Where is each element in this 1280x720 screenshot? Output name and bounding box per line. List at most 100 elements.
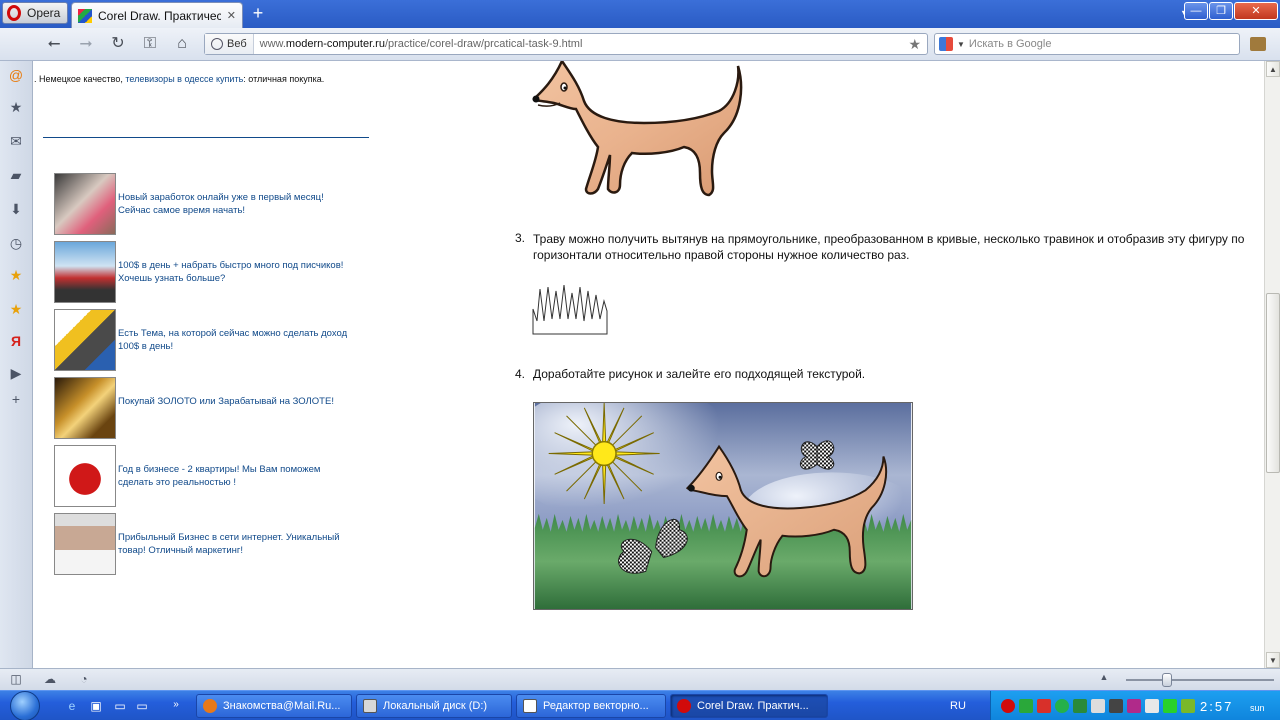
network-icon[interactable] [1019, 699, 1033, 713]
add-panel-icon[interactable]: + [8, 391, 24, 407]
update-icon[interactable] [1073, 699, 1087, 713]
bookmarks-star-icon[interactable]: ★ [8, 99, 24, 115]
url-path: /practice/corel-draw/prcatical-task-9.ht… [384, 38, 583, 50]
ad-thumbnail[interactable] [54, 377, 116, 439]
ad-item[interactable]: Новый заработок онлайн уже в первый меся… [54, 173, 364, 235]
window-controls: — ❐ ✕ [1184, 2, 1278, 20]
ad-link[interactable]: Год в бизнесе - 2 квартиры! Мы Вам помож… [118, 463, 354, 489]
taskbar-button-active[interactable]: Corel Draw. Практич... [670, 694, 828, 718]
ad-link[interactable]: Прибыльный Бизнес в сети интернет. Уника… [118, 531, 354, 557]
ad-item[interactable]: Покупай ЗОЛОТО или Зарабатывай на ЗОЛОТЕ… [54, 377, 364, 439]
document-icon [523, 699, 537, 713]
taskbar-button-label: Локальный диск (D:) [383, 700, 488, 712]
volume-icon[interactable] [1145, 699, 1159, 713]
taskbar-button[interactable]: Редактор векторно... [516, 694, 666, 718]
envelope-icon[interactable]: ✉ [8, 133, 24, 149]
panel-toggle-icon[interactable]: ◫ [8, 672, 24, 688]
vertical-scrollbar[interactable]: ▲ ▼ [1264, 61, 1280, 668]
ad-thumbnail[interactable] [54, 173, 116, 235]
ad-item[interactable]: Есть Тема, на которой сейчас можно сдела… [54, 309, 364, 371]
window-switch-icon[interactable]: ▭ [112, 699, 128, 713]
show-desktop-icon[interactable]: ▭ [134, 699, 150, 713]
google-icon[interactable] [939, 37, 953, 51]
tray-app-icon[interactable] [1127, 699, 1141, 713]
key-icon[interactable]: ⚿ [138, 34, 162, 54]
close-window-button[interactable]: ✕ [1234, 2, 1278, 20]
url-prefix: www. [259, 38, 286, 50]
notes-icon[interactable]: ▰ [8, 167, 24, 183]
usb-icon[interactable] [1091, 699, 1105, 713]
grass-figure [532, 284, 608, 335]
favorite-star-icon[interactable]: ★ [8, 301, 24, 317]
tray-app-icon[interactable] [1163, 699, 1177, 713]
minimize-button[interactable]: — [1184, 2, 1208, 20]
turbo-speedometer-icon[interactable]: ◔ [76, 672, 92, 688]
tray-app-icon[interactable] [1109, 699, 1123, 713]
favorite-star-icon[interactable]: ★ [8, 267, 24, 283]
url-text[interactable]: www.modern-computer.ru/practice/corel-dr… [254, 38, 909, 50]
step-text: Доработайте рисунок и залейте его подход… [533, 367, 866, 381]
internet-explorer-icon[interactable]: e [64, 699, 80, 713]
ad-link[interactable]: 100$ в день + набрать быстро много под п… [118, 259, 354, 285]
taskbar-button[interactable]: Локальный диск (D:) [356, 694, 512, 718]
clock[interactable]: 2:57 [1200, 699, 1233, 714]
antivirus-icon[interactable] [1037, 699, 1051, 713]
desktop-icon[interactable]: ▣ [88, 699, 104, 713]
windows-taskbar: e ▣ ▭ ▭ » Знакомства@Mail.Ru... Локальны… [0, 690, 1280, 720]
opera-tray-icon[interactable] [1001, 699, 1015, 713]
search-engine-chevron-icon[interactable]: ▼ [957, 40, 965, 49]
tab-close-icon[interactable]: ✕ [227, 9, 236, 22]
downloads-icon[interactable]: ⬇ [8, 201, 24, 217]
nvidia-icon[interactable] [1181, 699, 1195, 713]
dog-nose [532, 95, 540, 103]
ad-link[interactable]: Новый заработок онлайн уже в первый меся… [118, 191, 354, 217]
navigation-bar: ⭠ ⭢ ↻ ⚿ ⌂ Веб www.modern-computer.ru/pra… [0, 28, 1280, 61]
taskbar-button[interactable]: Знакомства@Mail.Ru... [196, 694, 352, 718]
promo-link[interactable]: телевизоры в одессе купить [125, 74, 243, 84]
step-number: 3. [515, 231, 526, 245]
web-badge[interactable]: Веб [205, 34, 254, 54]
scroll-down-icon[interactable]: ▼ [1266, 652, 1280, 668]
search-input[interactable]: ▼ Искать в Google [934, 33, 1240, 55]
zoom-slider-knob[interactable] [1162, 673, 1172, 687]
home-icon[interactable]: ⌂ [170, 34, 194, 54]
ad-item[interactable]: Год в бизнесе - 2 квартиры! Мы Вам помож… [54, 445, 364, 507]
start-button[interactable] [10, 691, 40, 720]
address-field[interactable]: Веб www.modern-computer.ru/practice/core… [204, 33, 928, 55]
yandex-icon[interactable]: Я [8, 333, 24, 349]
promo-text-after: : отличная покупка. [243, 74, 325, 84]
reload-icon[interactable]: ↻ [106, 34, 130, 54]
ad-item[interactable]: 100$ в день + набрать быстро много под п… [54, 241, 364, 303]
more-quicklaunch-icon[interactable]: » [168, 699, 184, 713]
icq-icon[interactable] [1055, 699, 1069, 713]
forward-icon[interactable]: ⭢ [74, 34, 98, 54]
view-options-icon[interactable]: ▲ [1096, 672, 1112, 688]
opera-menu-label: Opera [27, 6, 61, 20]
promo-line: . Немецкое качество, телевизоры в одессе… [34, 74, 324, 84]
ad-thumbnail[interactable] [54, 309, 116, 371]
maximize-button[interactable]: ❐ [1209, 2, 1233, 20]
media-play-icon[interactable]: ▶ [8, 365, 24, 381]
mail-icon[interactable]: @ [8, 67, 24, 83]
opera-unite-cloud-icon[interactable]: ☁ [42, 672, 58, 688]
ad-link[interactable]: Есть Тема, на которой сейчас можно сдела… [118, 327, 354, 353]
ad-item[interactable]: Прибыльный Бизнес в сети интернет. Уника… [54, 513, 364, 575]
step-text: Траву можно получить вытянув на прямоуго… [533, 232, 1245, 262]
zoom-slider-track[interactable] [1126, 679, 1274, 681]
panel-toggle-icon[interactable] [1250, 37, 1266, 51]
web-badge-label: Веб [227, 38, 247, 50]
scroll-up-icon[interactable]: ▲ [1266, 61, 1280, 77]
ad-thumbnail[interactable] [54, 445, 116, 507]
scroll-thumb[interactable] [1266, 293, 1280, 473]
taskbar-button-label: Corel Draw. Практич... [697, 700, 809, 712]
ad-thumbnail[interactable] [54, 513, 116, 575]
bookmark-star-icon[interactable]: ★ [908, 36, 927, 53]
opera-menu-button[interactable]: Opera [2, 2, 68, 24]
history-clock-icon[interactable]: ◷ [8, 235, 24, 251]
back-icon[interactable]: ⭠ [42, 34, 66, 54]
tab-corel-draw[interactable]: Corel Draw. Практическ… ✕ [71, 2, 243, 28]
language-indicator[interactable]: RU [950, 700, 966, 712]
ad-link[interactable]: Покупай ЗОЛОТО или Зарабатывай на ЗОЛОТЕ… [118, 395, 354, 408]
ad-thumbnail[interactable] [54, 241, 116, 303]
new-tab-button[interactable]: + [248, 4, 268, 23]
